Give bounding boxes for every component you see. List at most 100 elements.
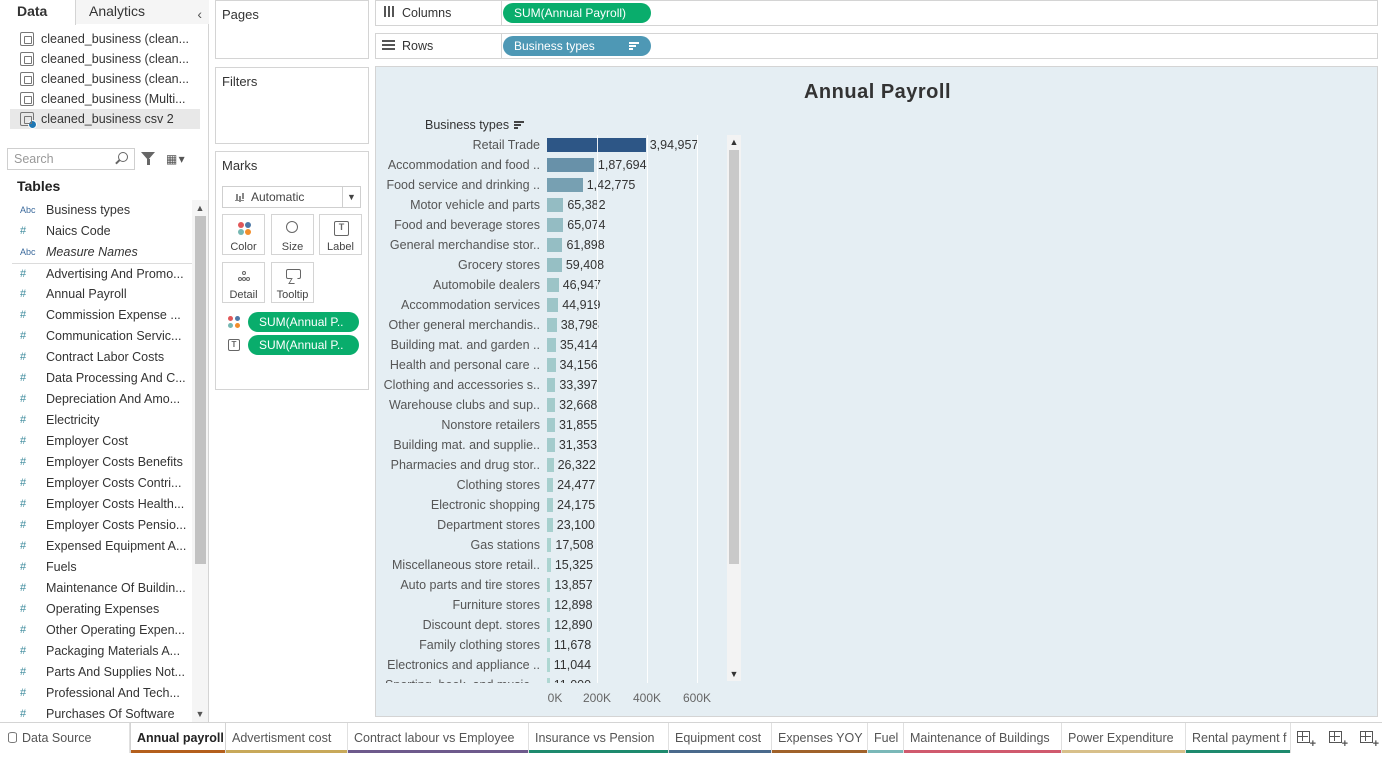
measure-field[interactable]: # Employer Cost — [12, 431, 192, 452]
filters-card[interactable]: Filters — [215, 67, 369, 144]
measure-field[interactable]: # Communication Servic... — [12, 326, 192, 347]
sheet-tab[interactable]: Insurance vs Pension — [529, 723, 669, 753]
size-button[interactable]: Size — [271, 214, 314, 255]
collapse-pane-icon[interactable]: ‹ — [197, 3, 202, 26]
row-label[interactable]: Pharmacies and drug stor.. — [376, 457, 540, 473]
datasource-item[interactable]: cleaned_business (clean... — [10, 69, 200, 89]
color-field-pill[interactable]: SUM(Annual P.. — [248, 312, 359, 332]
measure-field[interactable]: # Employer Costs Contri... — [12, 473, 192, 494]
bar[interactable] — [547, 418, 555, 432]
bar[interactable] — [547, 318, 557, 332]
datasource-item[interactable]: cleaned_business (Multi... — [10, 89, 200, 109]
row-label[interactable]: Electronics and appliance .. — [376, 657, 540, 673]
sheet-tab[interactable]: Annual payroll — [130, 723, 226, 753]
new-dashboard-button[interactable]: + — [1329, 731, 1348, 750]
color-button[interactable]: Color — [222, 214, 265, 255]
bar[interactable] — [547, 498, 554, 512]
bar[interactable] — [547, 298, 559, 312]
bar[interactable] — [547, 158, 594, 172]
row-label[interactable]: Electronic shopping — [376, 497, 540, 513]
measure-field[interactable]: # Depreciation And Amo... — [12, 389, 192, 410]
measure-field[interactable]: # Packaging Materials A... — [12, 641, 192, 662]
row-label[interactable]: Warehouse clubs and sup.. — [376, 397, 540, 413]
row-header-label[interactable]: Business types — [425, 118, 509, 132]
measure-field[interactable]: # Electricity — [12, 410, 192, 431]
new-worksheet-button[interactable]: + — [1297, 731, 1316, 750]
datasource-item[interactable]: cleaned_business (clean... — [10, 29, 200, 49]
bar[interactable] — [547, 178, 583, 192]
view-options-icon[interactable]: ▦ ▾ — [166, 152, 185, 166]
measure-field[interactable]: # Fuels — [12, 557, 192, 578]
row-label[interactable]: Department stores — [376, 517, 540, 533]
row-label[interactable]: Food and beverage stores — [376, 217, 540, 233]
rows-shelf[interactable]: Rows Business types — [375, 33, 1378, 59]
row-label[interactable]: Motor vehicle and parts — [376, 197, 540, 213]
row-label[interactable]: Automobile dealers — [376, 277, 540, 293]
sheet-tab[interactable]: Rental payment f — [1186, 723, 1291, 753]
bar[interactable] — [547, 438, 555, 452]
datasource-item[interactable]: cleaned_business csv 2 — [10, 109, 200, 129]
scroll-up-icon[interactable]: ▲ — [727, 135, 741, 149]
new-story-button[interactable]: + — [1360, 731, 1379, 750]
detail-button[interactable]: Detail — [222, 262, 265, 303]
scroll-down-icon[interactable]: ▼ — [192, 707, 208, 721]
sheet-tab[interactable]: Contract labour vs Employee — [348, 723, 529, 753]
tab-data[interactable]: Data — [0, 0, 76, 25]
bar[interactable] — [547, 198, 564, 212]
row-label[interactable]: Clothing and accessories s.. — [376, 377, 540, 393]
measure-field[interactable]: # Other Operating Expen... — [12, 620, 192, 641]
measure-field[interactable]: # Maintenance Of Buildin... — [12, 578, 192, 599]
measure-field[interactable]: # Data Processing And C... — [12, 368, 192, 389]
row-label[interactable]: General merchandise stor.. — [376, 237, 540, 253]
datasource-item[interactable]: cleaned_business (clean... — [10, 49, 200, 69]
measure-field[interactable]: # Commission Expense ... — [12, 305, 192, 326]
data-source-tab[interactable]: Data Source — [0, 723, 130, 753]
label-field-pill[interactable]: SUM(Annual P.. — [248, 335, 359, 355]
scroll-up-icon[interactable]: ▲ — [192, 201, 208, 215]
sheet-tab[interactable]: Fuel — [868, 723, 904, 753]
bar[interactable] — [547, 398, 556, 412]
chart-scrollbar[interactable]: ▲ ▼ — [727, 135, 741, 681]
bar[interactable] — [547, 638, 550, 652]
measure-field[interactable]: # Annual Payroll — [12, 284, 192, 305]
measure-field[interactable]: # Contract Labor Costs — [12, 347, 192, 368]
sheet-tab[interactable]: Equipment cost — [669, 723, 772, 753]
bar[interactable] — [547, 598, 551, 612]
measure-field[interactable]: # Purchases Of Software — [12, 704, 192, 722]
mark-type-dropdown[interactable]: Automatic ▼ — [222, 186, 361, 208]
row-label[interactable]: Family clothing stores — [376, 637, 540, 653]
row-label[interactable]: Grocery stores — [376, 257, 540, 273]
bar[interactable] — [547, 518, 553, 532]
bar[interactable] — [547, 238, 563, 252]
bar[interactable] — [547, 538, 552, 552]
bar[interactable] — [547, 358, 556, 372]
measure-field[interactable]: # Naics Code — [12, 221, 192, 242]
columns-pill[interactable]: SUM(Annual Payroll) — [503, 3, 651, 23]
pages-card[interactable]: Pages — [215, 0, 369, 59]
bar[interactable] — [547, 218, 564, 232]
scroll-down-icon[interactable]: ▼ — [727, 667, 741, 681]
measure-field[interactable]: # Advertising And Promo... — [12, 263, 192, 284]
bar[interactable] — [547, 678, 550, 683]
sheet-tab[interactable]: Advertisment cost — [226, 723, 348, 753]
measure-field[interactable]: # Operating Expenses — [12, 599, 192, 620]
columns-shelf[interactable]: Columns SUM(Annual Payroll) — [375, 0, 1378, 26]
bar[interactable] — [547, 458, 554, 472]
measure-field[interactable]: # Professional And Tech... — [12, 683, 192, 704]
row-label[interactable]: Building mat. and supplie.. — [376, 437, 540, 453]
bar[interactable] — [547, 338, 556, 352]
row-label[interactable]: Sporting, book, and music .. — [376, 677, 540, 683]
measure-field[interactable]: # Expensed Equipment A... — [12, 536, 192, 557]
row-label[interactable]: Health and personal care .. — [376, 357, 540, 373]
row-label[interactable]: Accommodation and food .. — [376, 157, 540, 173]
row-label[interactable]: Clothing stores — [376, 477, 540, 493]
row-label[interactable]: Retail Trade — [376, 137, 540, 153]
bar[interactable] — [547, 258, 562, 272]
bar[interactable] — [547, 658, 550, 672]
measure-field[interactable]: # Employer Costs Health... — [12, 494, 192, 515]
field-list-scrollbar[interactable]: ▲ ▼ — [192, 200, 208, 722]
measure-field[interactable]: # Employer Costs Pensio... — [12, 515, 192, 536]
bar[interactable] — [547, 478, 554, 492]
measure-field[interactable]: # Employer Costs Benefits — [12, 452, 192, 473]
bar[interactable] — [547, 558, 551, 572]
